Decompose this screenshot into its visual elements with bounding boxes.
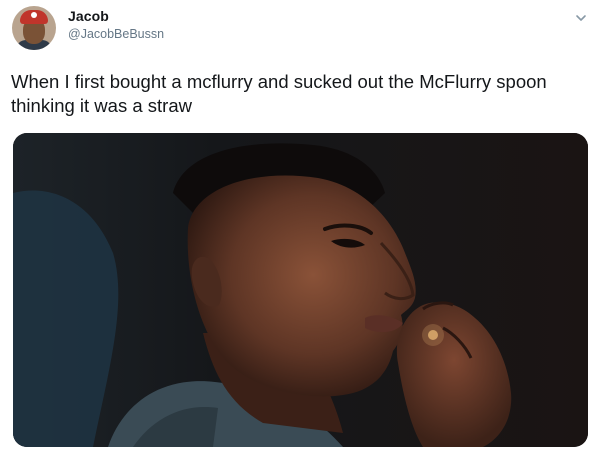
media-illustration xyxy=(13,133,588,447)
user-handle[interactable]: @JacobBeBussn xyxy=(68,27,164,41)
tweet-card: Jacob @JacobBeBussn When I first bought … xyxy=(0,0,600,459)
chevron-down-icon[interactable] xyxy=(574,11,588,25)
tweet-text: When I first bought a mcflurry and sucke… xyxy=(11,71,547,116)
avatar[interactable] xyxy=(12,6,56,50)
tweet-media-image[interactable] xyxy=(13,133,588,447)
avatar-cap-logo xyxy=(31,12,37,18)
display-name[interactable]: Jacob xyxy=(68,8,109,24)
